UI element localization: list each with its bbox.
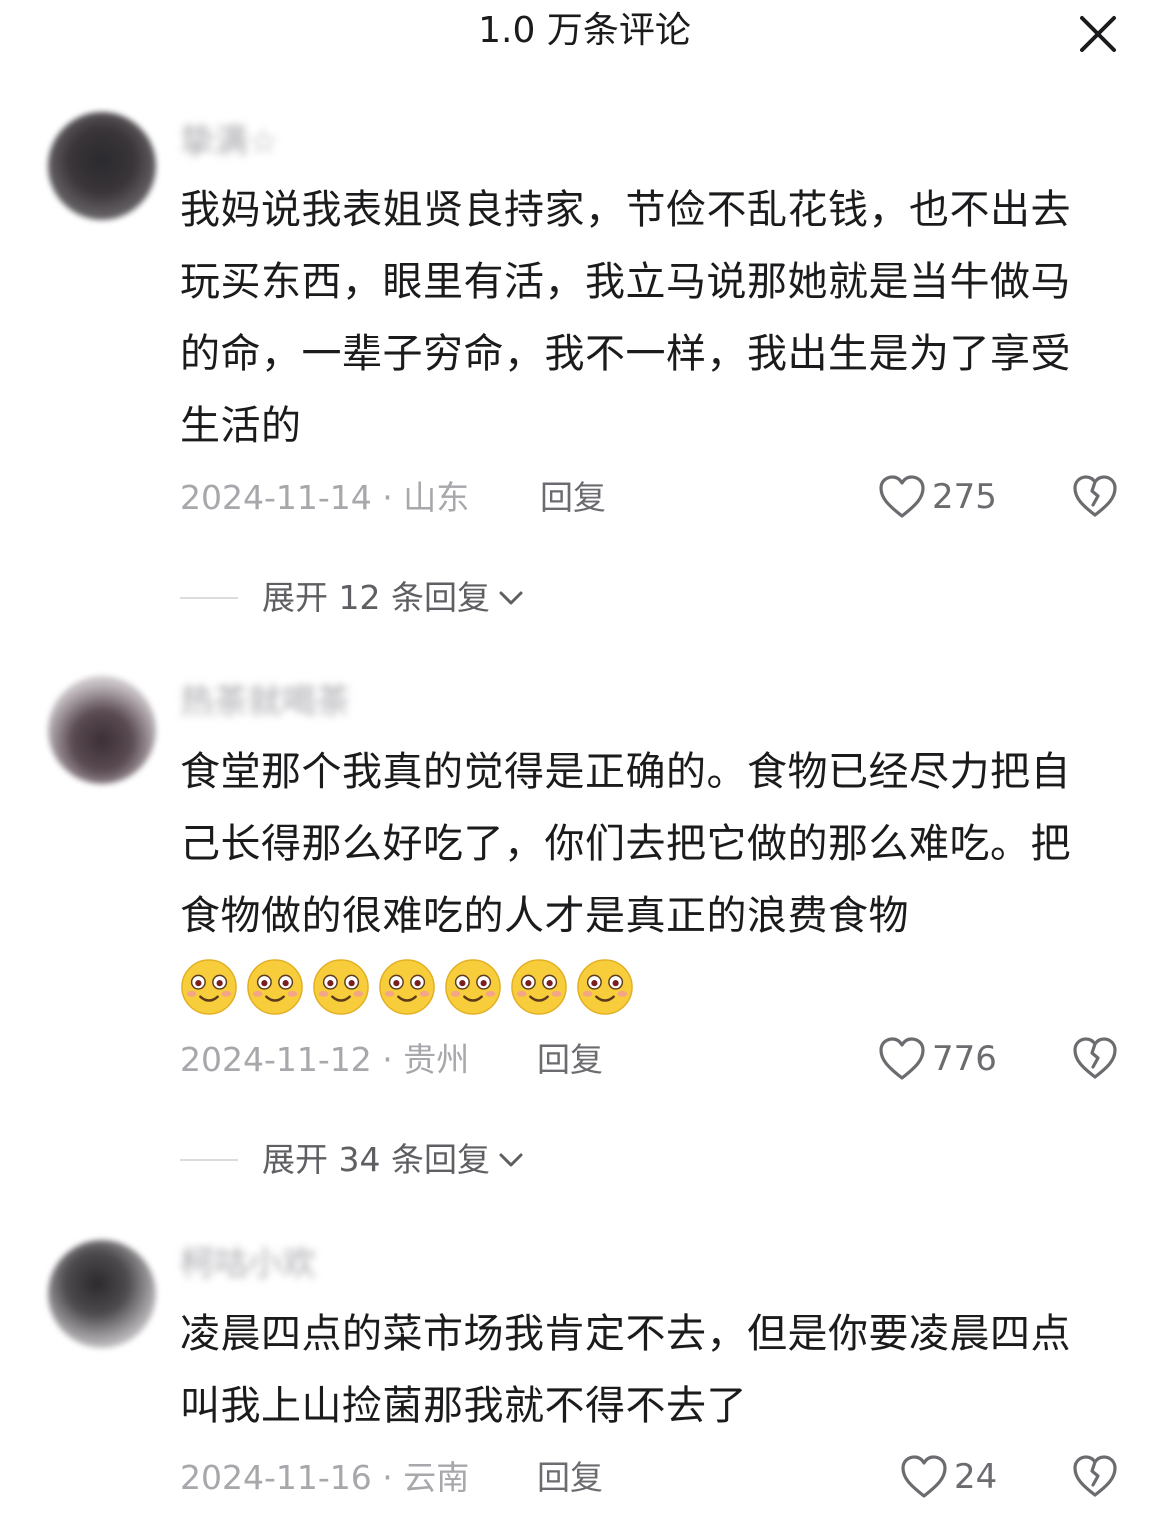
divider (180, 597, 238, 599)
expand-replies-label: 展开 34 条回复 (262, 1140, 490, 1179)
broken-heart-icon[interactable] (1072, 1454, 1118, 1500)
comment-text: 凌晨四点的菜市场我肯定不去，但是你要凌晨四点叫我上山捡菌那我就不得不去了 (180, 1311, 1071, 1429)
heart-icon (879, 475, 925, 518)
like-count: 776 (932, 1039, 997, 1079)
expand-replies[interactable]: 展开 12 条回复 (180, 576, 526, 620)
smiling-face-emoji-icon (379, 959, 435, 1015)
avatar[interactable] (48, 112, 156, 220)
chevron-down-icon (499, 591, 523, 605)
smiling-face-emoji-icon (313, 959, 369, 1015)
heart-icon (901, 1455, 947, 1498)
expand-replies-label: 展开 12 条回复 (262, 578, 490, 617)
like-count: 275 (932, 477, 997, 517)
smiling-face-emoji-icon (511, 959, 567, 1015)
avatar[interactable] (48, 676, 156, 784)
divider (180, 1159, 238, 1161)
reply-button[interactable]: 回复 (537, 1456, 603, 1500)
broken-heart-icon[interactable] (1072, 1036, 1118, 1082)
username[interactable]: 挚满☆ (180, 120, 278, 164)
close-icon[interactable] (1078, 14, 1118, 54)
comment-text: 食堂那个我真的觉得是正确的。食物已经尽力把自己长得那么好吃了，你们去把它做的那么… (180, 749, 1071, 939)
username[interactable]: 柯咕小欢 (180, 1242, 316, 1286)
reply-button[interactable]: 回复 (540, 476, 606, 520)
date-location: 2024-11-12 · 贵州 (180, 1040, 470, 1079)
like-button[interactable]: 776 (878, 1036, 997, 1082)
smiling-face-emoji-icon (181, 959, 237, 1015)
heart-icon (879, 1037, 925, 1080)
date-location: 2024-11-16 · 云南 (180, 1458, 470, 1497)
reply-button[interactable]: 回复 (537, 1038, 603, 1082)
date-location: 2024-11-14 · 山东 (180, 478, 470, 517)
like-button[interactable]: 24 (900, 1454, 997, 1500)
emoji-row (180, 958, 634, 1022)
expand-replies[interactable]: 展开 34 条回复 (180, 1138, 526, 1182)
username[interactable]: 热茶就喝茶 (180, 680, 350, 724)
smiling-face-emoji-icon (577, 959, 633, 1015)
comment-count-title: 1.0 万条评论 (478, 10, 691, 51)
smiling-face-emoji-icon (445, 959, 501, 1015)
smiling-face-emoji-icon (247, 959, 303, 1015)
like-count: 24 (954, 1457, 998, 1497)
like-button[interactable]: 275 (878, 474, 997, 520)
chevron-down-icon (499, 1153, 523, 1167)
broken-heart-icon[interactable] (1072, 474, 1118, 520)
comment-text: 我妈说我表姐贤良持家，节俭不乱花钱，也不出去玩买东西，眼里有活，我立马说那她就是… (180, 187, 1071, 449)
avatar[interactable] (48, 1240, 156, 1348)
